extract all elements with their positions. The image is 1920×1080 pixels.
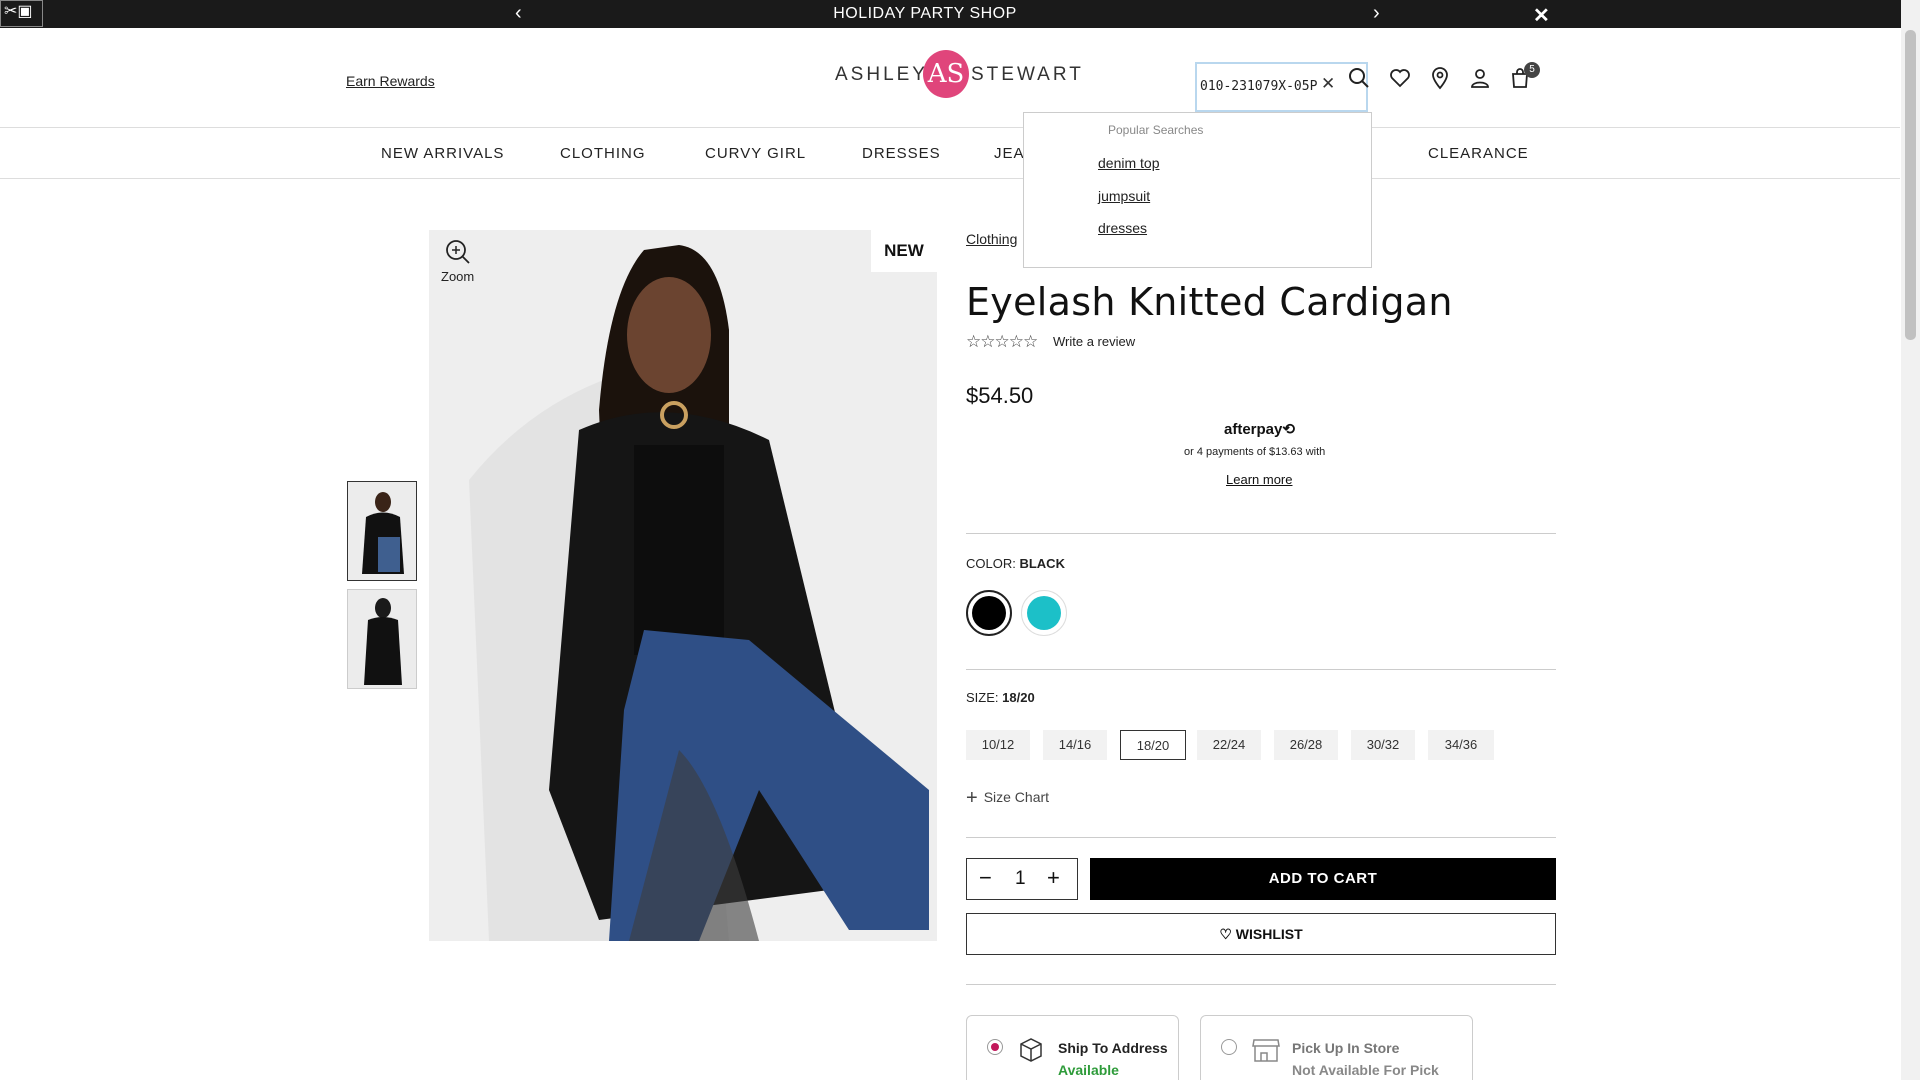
size-prefix: SIZE: <box>966 690 999 705</box>
afterpay-logo: afterpay⟲ <box>1224 421 1295 438</box>
product-main-image[interactable]: Zoom NEW <box>429 230 937 941</box>
size-option-26-28[interactable]: 26/28 <box>1274 730 1338 760</box>
promo-title[interactable]: HOLIDAY PARTY SHOP <box>0 5 1850 23</box>
new-badge: NEW <box>871 230 937 272</box>
size-label: SIZE: 18/20 <box>966 690 1035 705</box>
suggestion-dresses[interactable]: dresses <box>1098 220 1147 236</box>
quantity-value[interactable]: 1 <box>1015 868 1026 890</box>
popular-searches-heading: Popular Searches <box>1108 123 1204 137</box>
search-input[interactable]: 010-231079X-05P ✕ <box>1195 62 1368 112</box>
account-icon[interactable] <box>1468 66 1496 96</box>
search-suggestions-dropdown: Popular Searches denim top jumpsuit dres… <box>1023 112 1372 268</box>
wishlist-button[interactable]: ♡ WISHLIST <box>966 913 1556 955</box>
page-scrollbar[interactable] <box>1901 0 1920 1080</box>
suggestion-jumpsuit[interactable]: jumpsuit <box>1098 188 1150 204</box>
product-price: $54.50 <box>966 383 1034 408</box>
divider <box>966 533 1556 534</box>
size-option-34-36[interactable]: 34/36 <box>1428 730 1494 760</box>
quantity-stepper: − 1 + <box>966 858 1078 900</box>
size-option-22-24[interactable]: 22/24 <box>1197 730 1261 760</box>
nav-clearance[interactable]: CLEARANCE <box>1428 145 1529 162</box>
swatch-fill-black <box>972 596 1006 630</box>
afterpay-learn-more-link[interactable]: Learn more <box>1226 472 1292 487</box>
nav-clothing[interactable]: CLOTHING <box>560 145 646 162</box>
ship-status: Available <box>1058 1062 1119 1078</box>
quantity-increase-button[interactable]: + <box>1047 865 1060 891</box>
breadcrumb-clothing[interactable]: Clothing <box>966 231 1017 247</box>
wishlist-label: WISHLIST <box>1235 926 1303 942</box>
size-chart-toggle[interactable]: + Size Chart <box>966 787 1049 810</box>
size-option-14-16[interactable]: 14/16 <box>1043 730 1107 760</box>
nav-dresses[interactable]: DRESSES <box>862 145 941 162</box>
logo-text-left: ASHLEY <box>835 64 928 85</box>
heart-icon[interactable] <box>1388 66 1416 96</box>
swatch-fill-teal <box>1027 596 1061 630</box>
earn-rewards-link[interactable]: Earn Rewards <box>346 73 435 89</box>
afterpay-installments: or 4 payments of $13.63 with <box>1184 446 1326 458</box>
pickup-status: Not Available For Pick <box>1292 1062 1439 1078</box>
zoom-button[interactable]: Zoom <box>441 238 474 284</box>
plus-icon: + <box>966 787 978 809</box>
color-swatch-black[interactable] <box>966 590 1012 636</box>
quantity-decrease-button[interactable]: − <box>979 865 992 891</box>
promo-bar: ✂▣ ‹ HOLIDAY PARTY SHOP › ✕ <box>0 0 1920 28</box>
divider <box>966 984 1556 985</box>
size-option-30-32[interactable]: 30/32 <box>1351 730 1415 760</box>
site-logo[interactable]: ASHLEY AS STEWART <box>835 50 1081 100</box>
add-to-cart-button[interactable]: ADD TO CART <box>1090 858 1556 900</box>
divider <box>966 669 1556 670</box>
product-title: Eyelash Knitted Cardigan <box>966 280 1453 324</box>
nav-jeans[interactable]: JEA <box>994 145 1025 162</box>
promo-next-icon[interactable]: › <box>1373 2 1380 25</box>
rating-stars[interactable]: ☆☆☆☆☆ <box>966 332 1038 352</box>
color-value: BLACK <box>1019 556 1065 571</box>
zoom-label: Zoom <box>441 269 475 284</box>
main-nav: NEW ARRIVALS CLOTHING CURVY GIRL DRESSES… <box>0 129 1900 179</box>
pickup-radio[interactable] <box>1221 1039 1237 1055</box>
ship-title: Ship To Address <box>1058 1040 1168 1056</box>
size-option-18-20[interactable]: 18/20 <box>1120 730 1186 760</box>
divider <box>966 837 1556 838</box>
product-thumbnail-1[interactable] <box>347 481 417 581</box>
cart-icon[interactable]: 5 <box>1508 62 1540 96</box>
pickup-title: Pick Up In Store <box>1292 1040 1400 1056</box>
ship-to-address-option[interactable]: Ship To Address Available <box>966 1015 1179 1080</box>
color-prefix: COLOR: <box>966 556 1016 571</box>
color-swatch-teal[interactable] <box>1021 590 1067 636</box>
scrollbar-thumb[interactable] <box>1905 30 1916 340</box>
nav-curvy-girl[interactable]: CURVY GIRL <box>705 145 806 162</box>
pickup-in-store-option[interactable]: Pick Up In Store Not Available For Pick <box>1200 1015 1473 1080</box>
ship-radio[interactable] <box>987 1039 1003 1055</box>
search-input-value[interactable]: 010-231079X-05P <box>1200 79 1340 94</box>
clear-search-icon[interactable]: ✕ <box>1321 74 1335 94</box>
logo-text-right: STEWART <box>971 64 1084 85</box>
heart-icon: ♡ <box>1219 926 1232 942</box>
size-value: 18/20 <box>1002 690 1035 705</box>
search-icon[interactable] <box>1347 66 1375 96</box>
size-option-10-12[interactable]: 10/12 <box>966 730 1030 760</box>
suggestion-denim-top[interactable]: denim top <box>1098 155 1159 171</box>
cart-count-badge: 5 <box>1524 62 1540 78</box>
product-thumbnail-2[interactable] <box>347 589 417 689</box>
write-review-link[interactable]: Write a review <box>1053 334 1135 349</box>
promo-close-icon[interactable]: ✕ <box>1533 3 1550 28</box>
size-chart-label: Size Chart <box>983 789 1050 805</box>
store-icon <box>1252 1039 1280 1062</box>
location-pin-icon[interactable] <box>1428 66 1456 96</box>
logo-mark: AS <box>923 50 969 98</box>
zoom-icon <box>445 240 470 264</box>
box-icon <box>1020 1038 1042 1062</box>
color-label: COLOR: BLACK <box>966 556 1065 571</box>
nav-new-arrivals[interactable]: NEW ARRIVALS <box>381 145 504 162</box>
site-header: Earn Rewards ASHLEY AS STEWART 010-23107… <box>0 28 1900 128</box>
